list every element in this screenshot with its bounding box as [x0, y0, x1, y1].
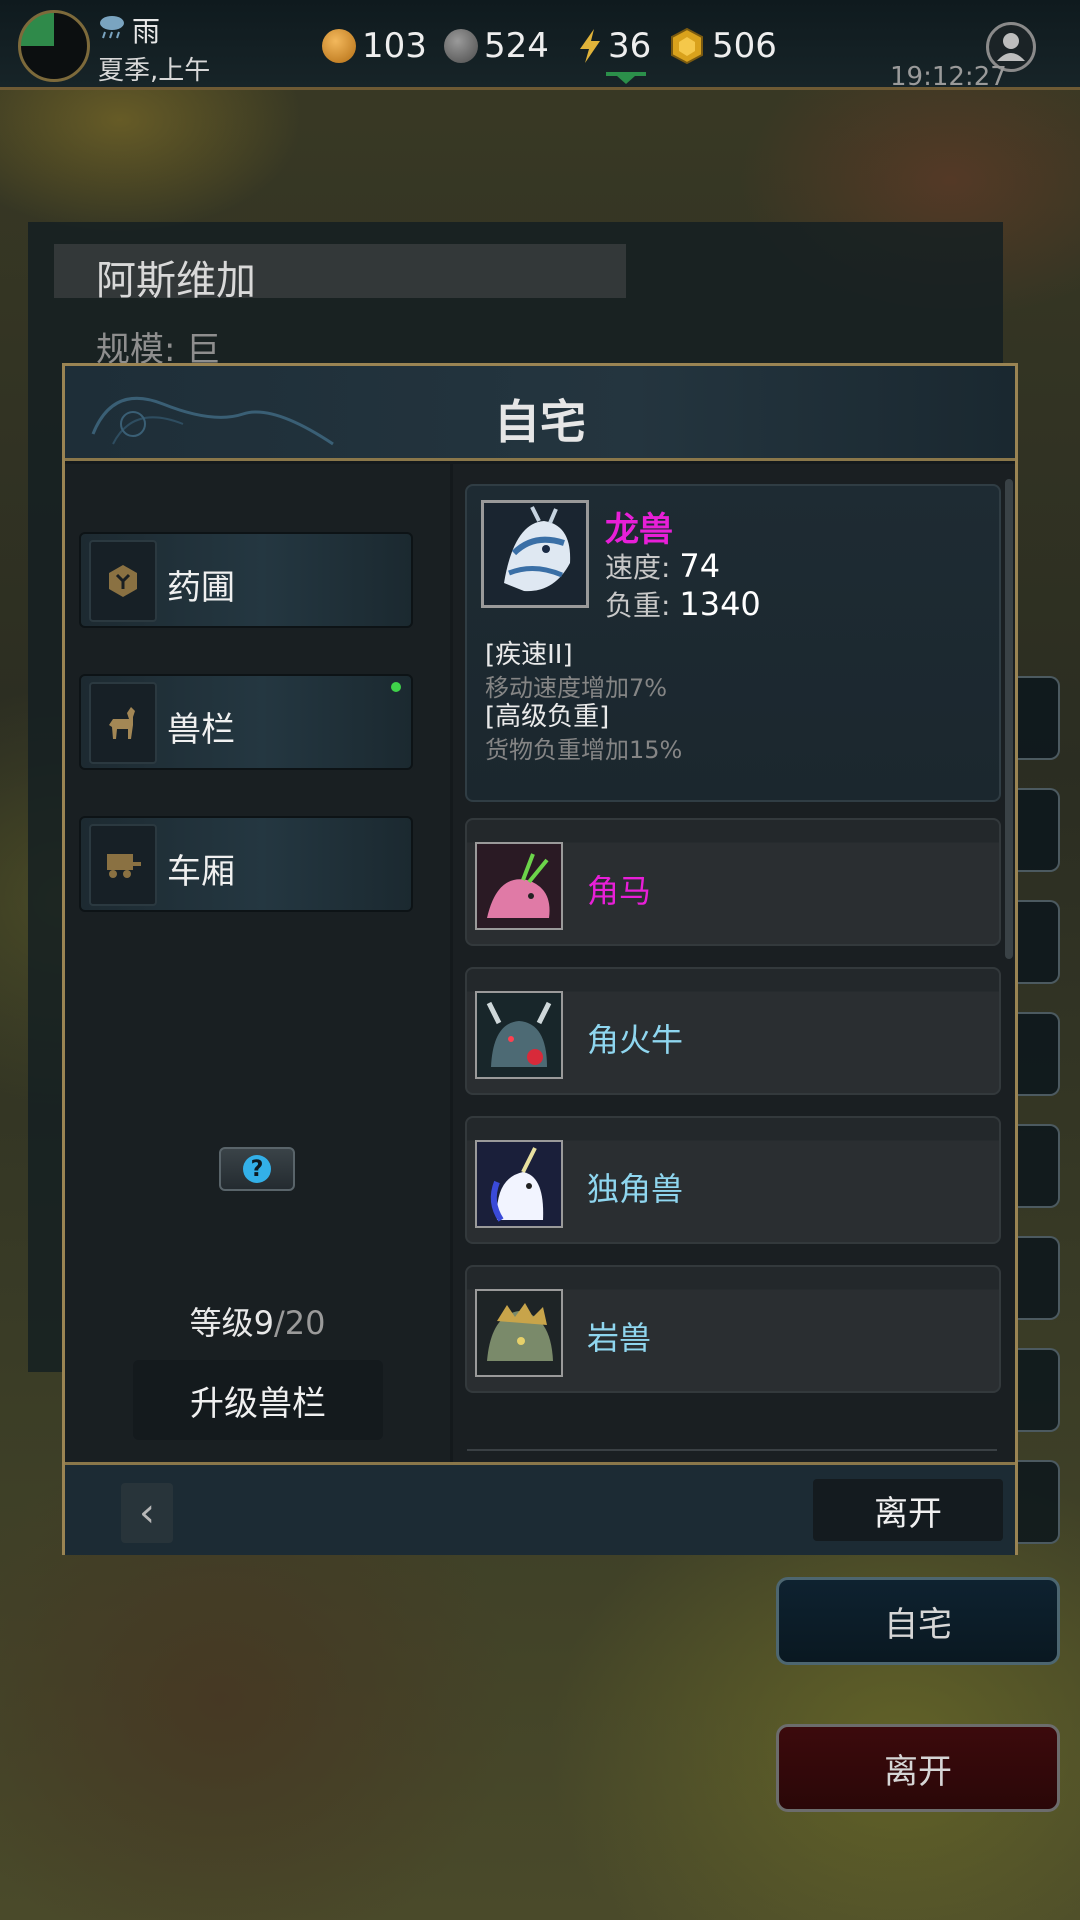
side-menu-button[interactable]: [1012, 788, 1060, 872]
clock-time: 19:12:27: [890, 62, 1007, 92]
level-current: 等级9: [189, 1304, 274, 1342]
gold-coin-icon: [322, 29, 356, 63]
horse-icon: [89, 682, 157, 764]
chevron-left-icon: ‹: [139, 1490, 155, 1536]
category-herb-garden[interactable]: 药圃: [79, 532, 413, 628]
energy-value: 36: [608, 26, 652, 66]
question-icon: ?: [243, 1155, 271, 1183]
unicorn-portrait: [475, 1140, 563, 1228]
pet-row-rock-beast[interactable]: 岩兽: [465, 1265, 1001, 1393]
pet-list[interactable]: 龙兽 速度: 74 负重: 1340 [疾速II] 移动速度增加7% [高级负重…: [453, 464, 1015, 1462]
side-menu-button[interactable]: [1012, 1348, 1060, 1432]
speed-stat: 速度: 74: [605, 546, 720, 586]
pet-name: 角马: [587, 872, 652, 910]
category-label: 药圃: [167, 568, 235, 608]
stable-level: 等级9/20: [65, 1298, 450, 1344]
notification-dot: [391, 682, 401, 692]
selected-pet-name: 龙兽: [605, 510, 673, 550]
rock-beast-portrait: [475, 1289, 563, 1377]
pet-row-unicorn[interactable]: 独角兽: [465, 1116, 1001, 1244]
gold-value: 103: [362, 26, 427, 66]
category-label: 兽栏: [167, 710, 235, 750]
energy-arrow-icon: [617, 76, 635, 84]
load-value: 1340: [679, 585, 761, 623]
side-menu-button[interactable]: [1012, 1236, 1060, 1320]
modal-footer: ‹ 离开: [65, 1462, 1015, 1555]
side-menu-button[interactable]: [1012, 1460, 1060, 1544]
home-modal: 自宅 药圃 兽栏 车厢 ? 等级9/20 升级兽栏 龙兽 速度: 74 负重: …: [62, 363, 1018, 1555]
speed-label: 速度:: [605, 551, 671, 584]
rain-icon: [100, 16, 124, 39]
top-hud: 雨 夏季,上午 103 524 36 506 19:12:27: [0, 0, 1080, 92]
side-menu-button[interactable]: [1012, 676, 1060, 760]
side-menu-button[interactable]: [1012, 1124, 1060, 1208]
gem-icon: [671, 27, 703, 65]
gold-counter: 103: [322, 26, 427, 66]
load-stat: 负重: 1340: [605, 584, 761, 624]
lightning-icon: [580, 29, 600, 63]
herb-icon: [89, 540, 157, 622]
gem-value: 506: [712, 26, 777, 66]
leave-button[interactable]: 离开: [813, 1479, 1003, 1541]
skill-name: [高级负重]: [485, 702, 610, 732]
silver-value: 524: [484, 26, 549, 66]
silver-coin-icon: [444, 29, 478, 63]
back-button[interactable]: ‹: [121, 1483, 173, 1543]
cart-icon: [89, 824, 157, 906]
level-max: /20: [273, 1304, 326, 1342]
category-sidebar: 药圃 兽栏 车厢 ? 等级9/20 升级兽栏: [65, 464, 450, 1462]
dragon-portrait: [481, 500, 589, 608]
category-stable[interactable]: 兽栏: [79, 674, 413, 770]
selected-pet-card[interactable]: 龙兽 速度: 74 负重: 1340 [疾速II] 移动速度增加7% [高级负重…: [465, 484, 1001, 802]
energy-counter[interactable]: 36: [576, 26, 651, 66]
pet-row-horned-horse[interactable]: 角马: [465, 818, 1001, 946]
pet-name: 岩兽: [587, 1319, 652, 1357]
modal-title: 自宅: [494, 395, 586, 449]
day-clock-icon[interactable]: [18, 10, 90, 82]
horned-fire-ox-portrait: [475, 991, 563, 1079]
category-carriage[interactable]: 车厢: [79, 816, 413, 912]
skill-description: 货物负重增加15%: [485, 736, 683, 764]
help-button[interactable]: ?: [219, 1147, 295, 1191]
modal-header: 自宅: [65, 366, 1015, 461]
city-name: 阿斯维加: [96, 258, 256, 304]
upgrade-stable-button[interactable]: 升级兽栏: [133, 1360, 383, 1440]
side-menu-button[interactable]: [1012, 1012, 1060, 1096]
speed-value: 74: [679, 547, 721, 585]
list-scrollbar[interactable]: [1005, 479, 1013, 959]
side-menu-button[interactable]: [1012, 900, 1060, 984]
leave-city-button[interactable]: 离开: [776, 1724, 1060, 1812]
silver-counter: 524: [444, 26, 549, 66]
horned-horse-portrait: [475, 842, 563, 930]
load-label: 负重:: [605, 589, 671, 622]
category-label: 车厢: [167, 852, 235, 892]
gem-counter[interactable]: 506: [668, 26, 777, 66]
skill-name: [疾速II]: [485, 640, 573, 670]
pet-name: 角火牛: [587, 1021, 684, 1059]
pet-name: 独角兽: [587, 1170, 684, 1208]
weather-label: 雨: [132, 15, 161, 48]
pet-row-horned-fire-ox[interactable]: 角火牛: [465, 967, 1001, 1095]
home-button[interactable]: 自宅: [776, 1577, 1060, 1665]
season-label: 夏季,上午: [98, 56, 211, 86]
list-divider: [467, 1449, 997, 1451]
